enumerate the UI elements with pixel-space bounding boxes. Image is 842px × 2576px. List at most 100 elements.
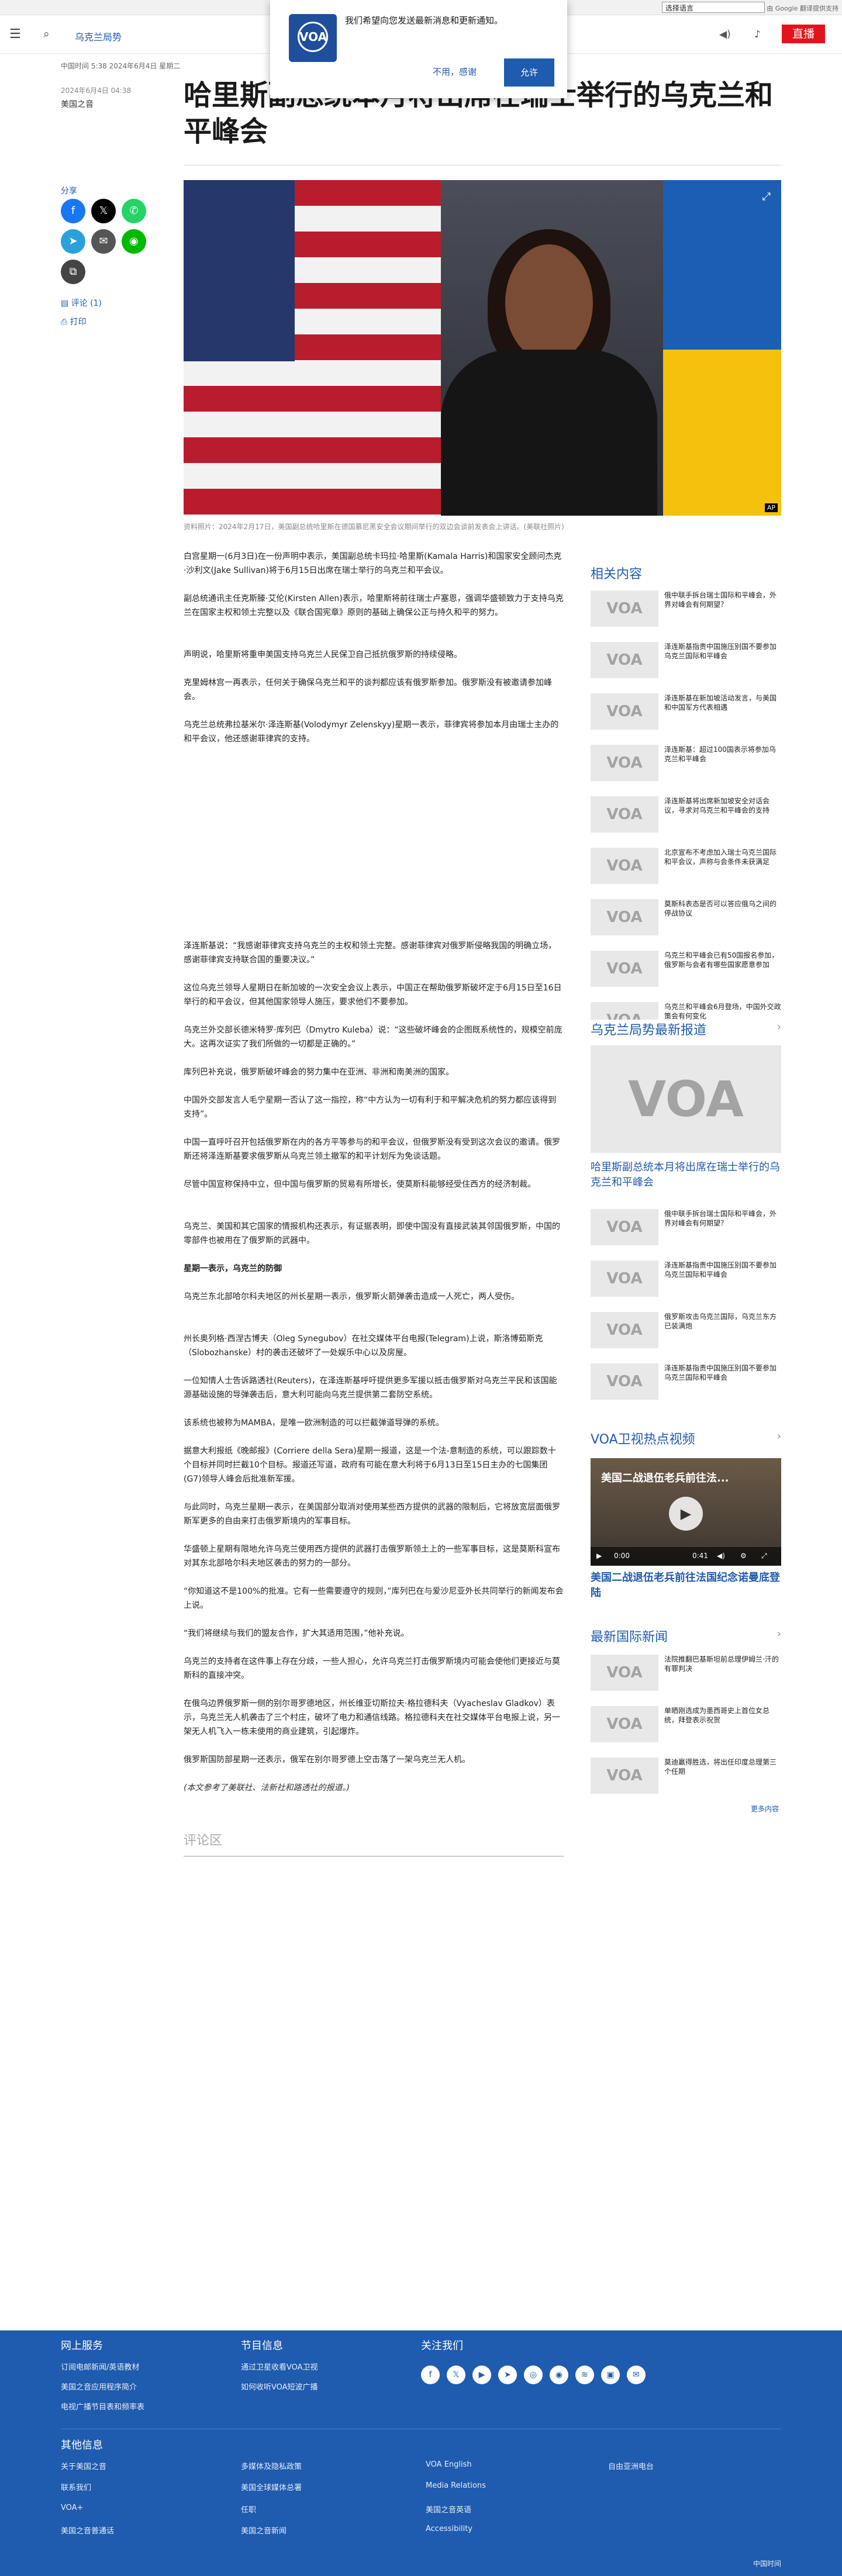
more-link[interactable]: 更多内容 [751, 1804, 779, 1814]
news-item[interactable]: VOA 法院推翻巴基斯坦前总理伊姆兰·汗的有罪判决 [591, 1655, 781, 1691]
footer-link[interactable]: 多媒体及隐私政策 [241, 2460, 302, 2471]
voa-thumbnail-large[interactable]: VOA [591, 1045, 781, 1153]
share-label: 分享 [61, 187, 77, 196]
special-title[interactable]: 哈里斯副总统本月将出席在瑞士举行的乌克兰和平峰会 [591, 1160, 781, 1190]
volume-icon[interactable]: ◀) [717, 1552, 725, 1560]
settings-icon[interactable]: ⚙ [740, 1552, 747, 1560]
footer-link[interactable]: 通过卫星收看VOA卫视 [241, 2361, 318, 2372]
footer-link[interactable]: 美国全球媒体总署 [241, 2481, 302, 2492]
related-item[interactable]: VOA 泽连斯基将出席新加坡安全对话会议，寻求对乌克兰和平峰会的支持 [591, 796, 781, 833]
footer-link[interactable]: 电视广播节目表和频率表 [61, 2401, 144, 2412]
podcast-icon[interactable]: ◉ [550, 2366, 568, 2384]
related-item[interactable]: VOA 莫斯科表态是否可以答应俄乌之间的停战协议 [591, 899, 781, 935]
news-item[interactable]: VOA 莫迪赢得胜选，将出任印度总理第三个任期 [591, 1757, 781, 1794]
rss-icon[interactable]: ≋ [575, 2366, 594, 2384]
paragraph: 该系统也被称为MAMBA，是唯一欧洲制造的可以拦截弹道导弹的系统。 [184, 1418, 444, 1428]
youtube-icon[interactable]: ▶ [472, 2366, 491, 2384]
footer-link[interactable]: 自由亚洲电台 [608, 2460, 654, 2471]
language-select[interactable]: 选择语言 [662, 2, 765, 13]
paragraph: 这位乌克兰领导人星期日在新加坡的一次安全会议上表示，中国正在帮助俄罗斯破坏定于6… [184, 983, 562, 1007]
print-link[interactable]: ⎙ 打印 [61, 316, 87, 327]
play-icon[interactable]: ▶ [669, 1497, 703, 1531]
video-controls: ▶ 0:00 0:41 ◀) ⚙ ⤢ [591, 1547, 781, 1566]
video-title[interactable]: 美国二战退伍老兵前往法国纪念诺曼底登陆 [591, 1570, 781, 1601]
chevron-right-icon: › [777, 1430, 781, 1442]
related-item[interactable]: VOA 俄中联手拆台瑞士国际和平峰会，外界对峰会有何期望？ [591, 591, 781, 627]
footer-link[interactable]: VOA+ [61, 2504, 83, 2512]
footer-link[interactable]: VOA English [426, 2460, 472, 2469]
live-button[interactable]: 直播 [782, 25, 825, 43]
paragraph: 中国一直呼吁召开包括俄罗斯在内的各方平等参与的和平会议，但俄罗斯没有受到这次会议… [184, 1138, 560, 1161]
allow-button[interactable]: 允许 [504, 58, 554, 87]
related-item[interactable]: VOA 泽连斯基在新加坡活动发言，与美国和中国军方代表相遇 [591, 693, 781, 730]
paragraph: “我们将继续与我们的盟友合作，扩大其适用范围，”他补充说。 [184, 1629, 409, 1638]
footer-link[interactable]: 订阅电邮新闻/英语教材 [61, 2361, 139, 2372]
related-item[interactable]: VOA 北京宣布不考虑加入瑞士乌克兰国际和平会议，声称与会条件未获满足 [591, 848, 781, 884]
printer-icon: ⎙ [61, 317, 70, 327]
footer-link[interactable]: Media Relations [426, 2481, 486, 2490]
line-share-icon[interactable]: ◉ [122, 229, 146, 254]
push-notification-dialog: VOA 我们希望向您发送最新消息和更新通知。 不用，感谢 允许 [270, 0, 567, 98]
related-item[interactable]: VOA 乌克兰和平峰会已有50国报名参加，俄罗斯与会者有哪些国家愿意参加 [591, 951, 781, 987]
fullscreen-icon[interactable]: ⤢ [761, 1552, 767, 1560]
footer-heading: 其他信息 [61, 2439, 103, 2451]
facebook-icon[interactable]: f [421, 2366, 440, 2384]
speaker-icon[interactable]: ◀) [719, 29, 731, 40]
chevron-right-icon: › [777, 1628, 781, 1640]
news-item[interactable]: VOA 单晒刚选成为墨西哥史上首位女总统，拜登表示祝贺 [591, 1706, 781, 1742]
footer-link[interactable]: 如何收听VOA短波广播 [241, 2381, 318, 2392]
footer-link[interactable]: 美国之音新闻 [241, 2525, 287, 2536]
video-heading[interactable]: VOA卫视热点视频 › [591, 1429, 781, 1448]
hamburger-menu-icon[interactable]: ☰ [9, 27, 22, 42]
telegram-icon[interactable]: ➤ [498, 2366, 517, 2384]
voa-thumbnail: VOA [591, 642, 658, 678]
section-link[interactable]: 乌克兰局势 [75, 29, 122, 43]
comment-icon: ▤ [61, 299, 71, 308]
app-icon[interactable]: ▣ [601, 2366, 620, 2384]
footer-link[interactable]: 任职 [241, 2504, 256, 2515]
site-footer: 网上服务 订阅电邮新闻/英语教材 美国之音应用程序简介 电视广播节目表和频率表 … [0, 2330, 842, 2576]
whatsapp-share-icon[interactable]: ✆ [122, 199, 146, 223]
copy-link-icon[interactable]: ⧉ [61, 260, 85, 284]
footer-link[interactable]: 联系我们 [61, 2481, 91, 2492]
special-item[interactable]: VOA 泽连斯基指责中国施压别国不要参加乌克兰国际和平峰会 [591, 1261, 781, 1297]
voa-thumbnail: VOA [591, 1757, 658, 1794]
paragraph: 与此同时，乌克兰星期一表示，在美国部分取消对使用某些西方提供的武器的限制后，它将… [184, 1503, 560, 1526]
email-icon[interactable]: ✉ [627, 2366, 646, 2384]
x-share-icon[interactable]: 𝕏 [91, 199, 116, 223]
video-player[interactable]: 美国二战退伍老兵前往法... ▶ ▶ 0:00 0:41 ◀) ⚙ ⤢ [591, 1458, 781, 1566]
paragraph: “你知道这不是100%的批准。它有一些需要遵守的规则，”库列巴在与爱沙尼亚外长共… [184, 1587, 564, 1610]
expand-icon[interactable]: ⤢ [762, 191, 771, 203]
footer-link[interactable]: 美国之音普通话 [61, 2525, 114, 2536]
voa-thumbnail: VOA [591, 1209, 658, 1245]
instagram-icon[interactable]: ◎ [524, 2366, 543, 2384]
author: 美国之音 [61, 100, 94, 109]
related-heading: 相关内容 [591, 567, 643, 582]
footer-link[interactable]: 美国之音应用程序简介 [61, 2381, 137, 2392]
footer-link[interactable]: 美国之音英语 [426, 2504, 471, 2515]
article-photo: ⤢ AP [184, 180, 781, 516]
news-heading[interactable]: 最新国际新闻 › [591, 1627, 781, 1645]
special-item[interactable]: VOA 俄中联手拆台瑞士国际和平峰会，外界对峰会有何期望？ [591, 1209, 781, 1245]
facebook-share-icon[interactable]: f [61, 199, 85, 223]
timezone-label: 中国时间 [753, 2560, 781, 2568]
related-item[interactable]: VOA 泽连斯基指责中国施压别国不要参加乌克兰国际和平峰会 [591, 642, 781, 678]
play-small-icon[interactable]: ▶ [596, 1552, 602, 1560]
paragraph: 泽连斯基说：“我感谢菲律宾支持乌克兰的主权和领土完整。感谢菲律宾对俄罗斯侵略我国… [184, 941, 557, 965]
paragraph: 乌克兰、美国和其它国家的情报机构还表示，有证据表明，即使中国没有直接武装其邻国俄… [184, 1222, 560, 1245]
footer-link[interactable]: Accessibility [426, 2525, 472, 2533]
special-heading[interactable]: 乌克兰局势最新报道 › [591, 1020, 781, 1043]
telegram-share-icon[interactable]: ➤ [61, 229, 85, 254]
footer-link[interactable]: 关于美国之音 [61, 2460, 106, 2471]
notification-message: 我们希望向您发送最新消息和更新通知。 [345, 15, 503, 26]
special-item[interactable]: VOA 泽连斯基指责中国施压别国不要参加乌克兰国际和平峰会 [591, 1363, 781, 1400]
headphones-icon[interactable]: ♪ [754, 29, 761, 40]
decline-button[interactable]: 不用，感谢 [433, 65, 477, 78]
special-item[interactable]: VOA 俄罗斯攻击乌克兰国际，乌克兰东方已装满炮 [591, 1312, 781, 1348]
x-icon[interactable]: 𝕏 [447, 2366, 465, 2384]
search-icon[interactable]: ⌕ [43, 27, 50, 40]
comments-link[interactable]: ▤ 评论 (1) [61, 297, 102, 309]
related-item[interactable]: VOA 泽连斯基：超过100国表示将参加乌克兰和平峰会 [591, 745, 781, 781]
email-share-icon[interactable]: ✉ [91, 229, 116, 254]
paragraph: 副总统通讯主任克斯滕·艾伦(Kirsten Allen)表示，哈里斯将前往瑞士卢… [184, 594, 564, 617]
